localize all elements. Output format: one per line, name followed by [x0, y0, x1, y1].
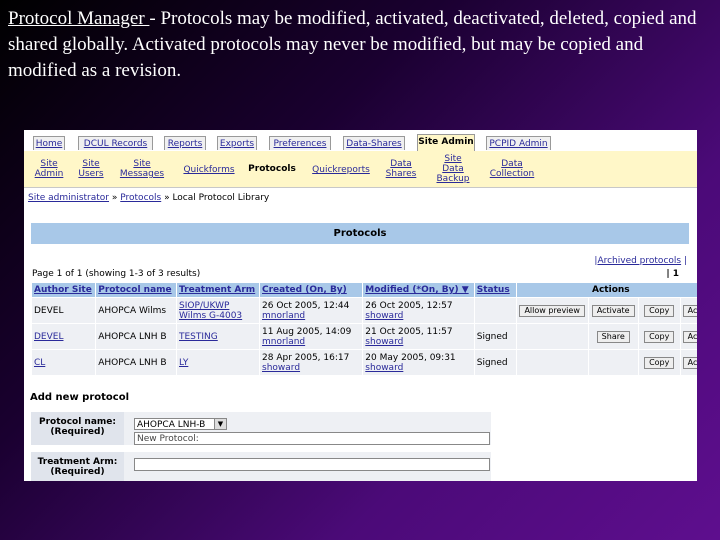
col-protocol-name[interactable]: Protocol name [96, 283, 176, 297]
breadcrumb: Site administrator » Protocols » Local P… [28, 193, 270, 203]
slide-title: Protocol Manager [8, 8, 150, 29]
author-site: DEVEL [32, 324, 96, 349]
col-modified[interactable]: Modified (*On, By) ▼ [363, 283, 474, 297]
table-row: CL AHOPCA LNH B LY 28 Apr 2005, 16:17 sho… [32, 350, 697, 375]
breadcrumb-site-admin[interactable]: Site administrator [28, 193, 109, 203]
col-author-site[interactable]: Author Site [32, 283, 96, 297]
section-title: Protocols [31, 223, 689, 244]
treatment-arm: LY [177, 350, 260, 375]
treatment-arm-row: Treatment Arm: (Required) [31, 452, 491, 481]
new-protocol-input[interactable]: New Protocol: [134, 432, 490, 445]
sub-navigation: Site Admin Site Users Site Messages Quickfo… [24, 151, 697, 188]
activate-button[interactable]: Activate [591, 304, 635, 317]
page-number: | 1 [666, 269, 679, 279]
table-row: DEVEL AHOPCA LNH B TESTING 11 Aug 2005, … [32, 324, 697, 349]
modified: 21 Oct 2005, 11:57 showard [363, 324, 474, 349]
subnav-protocols[interactable]: Protocols [246, 164, 298, 174]
status: Signed [474, 350, 516, 375]
status: Signed [474, 324, 516, 349]
table-header: Author Site Protocol name Treatment Arm … [32, 283, 697, 297]
add-protocol-heading: Add new protocol [30, 392, 129, 403]
tab-reports[interactable]: Reports [164, 136, 206, 150]
slide-caption: Protocol Manager - Protocols may be modi… [8, 6, 714, 84]
treatment-arm-input[interactable] [134, 458, 490, 471]
subnav-site-messages[interactable]: Site Messages [116, 159, 168, 179]
action-button[interactable]: Ac [682, 304, 697, 317]
tab-exports[interactable]: Exports [217, 136, 257, 150]
action-button[interactable]: Ac [682, 330, 697, 343]
created: 11 Aug 2005, 14:09 mnorland [260, 324, 363, 349]
author-site: DEVEL [32, 298, 96, 323]
screenshot-panel: Home DCUL Records Reports Exports Prefer… [24, 130, 697, 481]
action-button[interactable]: Ac [682, 356, 697, 369]
tab-data-shares[interactable]: Data-Shares [343, 136, 405, 150]
subnav-quickforms[interactable]: Quickforms [179, 165, 239, 175]
protocols-table: Author Site Protocol name Treatment Arm … [31, 282, 697, 376]
tab-records[interactable]: DCUL Records [78, 136, 153, 150]
subnav-site-admin[interactable]: Site Admin [32, 159, 66, 179]
archived-protocols-link[interactable]: Archived protocols [597, 256, 681, 266]
allow-preview-button[interactable]: Allow preview [519, 304, 585, 317]
col-created[interactable]: Created (On, By) [260, 283, 363, 297]
subnav-site-users[interactable]: Site Users [74, 159, 108, 179]
author-site: CL [32, 350, 96, 375]
subnav-data-collection[interactable]: Data Collection [484, 159, 540, 179]
protocol-select[interactable]: AHOPCA LNH-B ▼ [134, 418, 227, 430]
archived-protocols: |Archived protocols | [594, 256, 687, 266]
treatment-arm-label: Treatment Arm: (Required) [31, 452, 124, 481]
top-tabs: Home DCUL Records Reports Exports Prefer… [24, 130, 697, 152]
treatment-arm: TESTING [177, 324, 260, 349]
treatment-arm: SIOP/UKWP Wilms G-4003 [177, 298, 260, 323]
modified: 20 May 2005, 09:31 showard [363, 350, 474, 375]
protocol-name-row: Protocol name: (Required) AHOPCA LNH-B ▼ … [31, 412, 491, 445]
tab-preferences[interactable]: Preferences [269, 136, 331, 150]
created: 28 Apr 2005, 16:17 showard [260, 350, 363, 375]
subnav-quickreports[interactable]: Quickreports [308, 165, 374, 175]
table-row: DEVEL AHOPCA Wilms SIOP/UKWP Wilms G-4003… [32, 298, 697, 323]
chevron-down-icon: ▼ [214, 419, 226, 429]
copy-button[interactable]: Copy [644, 330, 675, 343]
col-status[interactable]: Status [474, 283, 516, 297]
subnav-data-shares[interactable]: Data Shares [383, 159, 419, 179]
page-info: Page 1 of 1 (showing 1-3 of 3 results) [32, 269, 201, 279]
col-treatment-arm[interactable]: Treatment Arm [177, 283, 260, 297]
protocol-name: AHOPCA LNH B [96, 350, 176, 375]
protocol-name: AHOPCA Wilms [96, 298, 176, 323]
subnav-site-data-backup[interactable]: Site Data Backup [429, 154, 477, 184]
created: 26 Oct 2005, 12:44 mnorland [260, 298, 363, 323]
protocol-name: AHOPCA LNH B [96, 324, 176, 349]
copy-button[interactable]: Copy [644, 356, 675, 369]
protocol-name-label: Protocol name: (Required) [31, 412, 124, 445]
col-actions: Actions [516, 283, 697, 297]
modified: 26 Oct 2005, 12:57 showard [363, 298, 474, 323]
tab-pcpid-admin[interactable]: PCPID Admin [486, 136, 551, 150]
copy-button[interactable]: Copy [644, 304, 675, 317]
tab-home[interactable]: Home [33, 136, 65, 150]
tab-site-admin[interactable]: Site Admin [417, 134, 475, 151]
breadcrumb-protocols[interactable]: Protocols [120, 193, 161, 203]
status [474, 298, 516, 323]
share-button[interactable]: Share [596, 330, 630, 343]
